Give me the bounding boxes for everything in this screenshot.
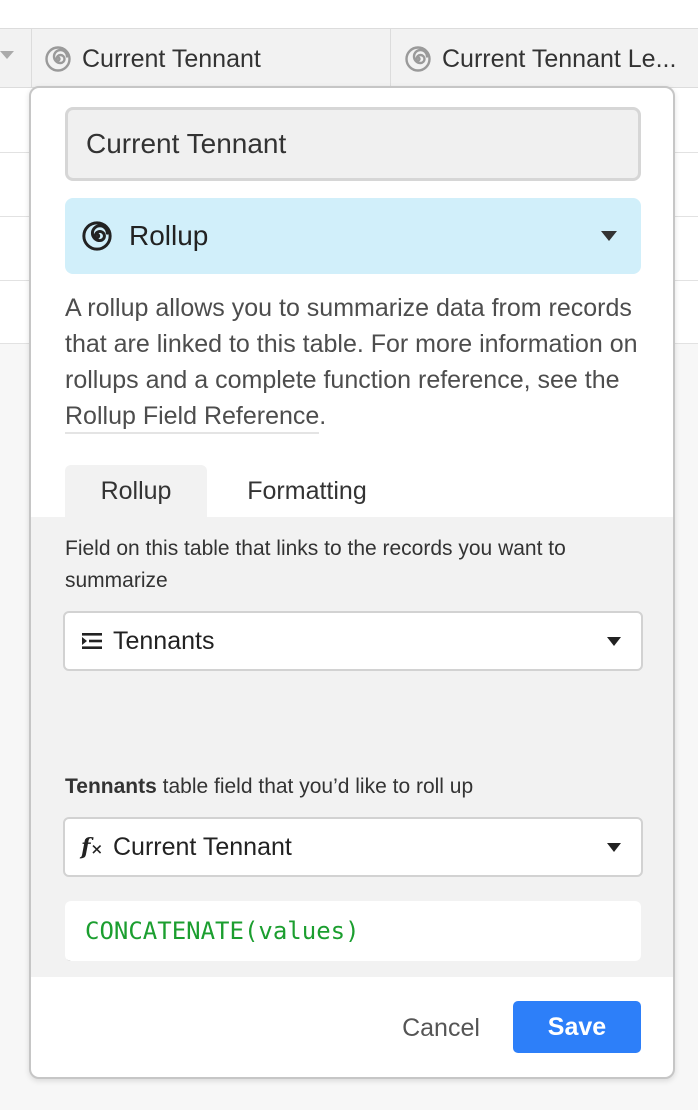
rollup-icon <box>45 46 71 72</box>
rollup-icon <box>82 221 112 251</box>
column-header-current-tennant-le[interactable]: Current Tennant Le... <box>404 29 698 89</box>
tab-formatting[interactable]: Formatting <box>207 465 407 517</box>
linked-records-icon <box>81 630 103 652</box>
formula-fx-icon: f× <box>80 834 104 860</box>
chevron-down-icon <box>607 842 621 852</box>
field-config-popover: Current Tennant Rollup A rollup allows y… <box>29 86 675 1079</box>
rollup-field-select[interactable]: f× Current Tennant <box>63 817 643 877</box>
column-menu-caret-icon[interactable] <box>0 51 14 59</box>
cancel-button[interactable]: Cancel <box>371 1003 511 1053</box>
column-header-label: Current Tennant <box>82 44 261 73</box>
rollup-icon <box>405 46 431 72</box>
rollup-field-label: Tennants table field that you’d like to … <box>65 771 645 803</box>
grid-header-row: Current Tennant Current Tennant Le... <box>0 28 698 89</box>
save-button[interactable]: Save <box>513 1001 641 1053</box>
rollup-field-label-table: Tennants <box>65 775 157 798</box>
linked-field-select[interactable]: Tennants <box>63 611 643 671</box>
field-type-select[interactable]: Rollup <box>65 198 641 274</box>
config-tabs: Rollup Formatting <box>65 465 407 517</box>
chevron-down-icon <box>601 231 617 241</box>
popover-footer: Cancel Save <box>31 977 673 1077</box>
tab-rollup[interactable]: Rollup <box>65 465 207 517</box>
description-text: A rollup allows you to summarize data fr… <box>65 294 638 394</box>
grid-toolbar-area <box>0 0 698 28</box>
field-type-label: Rollup <box>129 220 209 251</box>
rollup-reference-link[interactable]: Rollup Field Reference <box>65 402 320 434</box>
column-header-current-tennant[interactable]: Current Tennant <box>44 29 384 89</box>
chevron-down-icon <box>607 636 621 646</box>
linked-field-value: Tennants <box>113 626 215 655</box>
column-divider <box>31 29 32 89</box>
column-header-label: Current Tennant Le... <box>442 44 677 73</box>
rollup-field-label-rest: table field that you’d like to roll up <box>156 775 474 798</box>
rollup-description: A rollup allows you to summarize data fr… <box>65 290 650 434</box>
aggregation-formula-input[interactable]: CONCATENATE(values) <box>65 901 641 961</box>
field-name-input[interactable]: Current Tennant <box>65 107 641 181</box>
description-suffix: . <box>319 402 327 430</box>
column-divider <box>390 29 391 89</box>
linked-field-label: Field on this table that links to the re… <box>65 537 566 592</box>
rollup-field-value: Current Tennant <box>113 832 292 861</box>
